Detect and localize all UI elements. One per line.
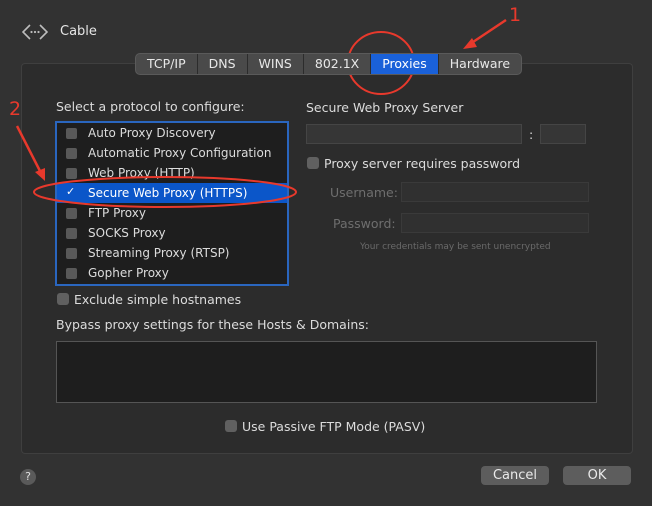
protocol-item-secure-web-proxy[interactable]: Secure Web Proxy (HTTPS) xyxy=(57,183,287,203)
ok-button[interactable]: OK xyxy=(563,466,631,485)
password-label: Password: xyxy=(333,216,396,231)
username-label: Username: xyxy=(330,185,398,200)
bypass-hosts-textarea[interactable] xyxy=(56,341,597,403)
protocol-item-label: Gopher Proxy xyxy=(88,266,169,280)
protocol-item-ftp-proxy[interactable]: FTP Proxy xyxy=(57,203,287,223)
bypass-label: Bypass proxy settings for these Hosts & … xyxy=(56,317,369,332)
exclude-simple-hostnames-label: Exclude simple hostnames xyxy=(74,292,242,307)
protocol-checkbox[interactable] xyxy=(66,267,77,279)
protocol-checkbox[interactable] xyxy=(66,247,77,259)
annotation-arrowhead-1 xyxy=(463,38,477,49)
proxy-host-field[interactable] xyxy=(306,124,522,144)
protocol-item-label: Streaming Proxy (RTSP) xyxy=(88,246,230,260)
annotation-number-1: 1 xyxy=(509,4,522,26)
back-forward-icon[interactable] xyxy=(22,22,48,42)
protocol-item-label: SOCKS Proxy xyxy=(88,226,166,240)
passive-ftp-checkbox[interactable] xyxy=(225,420,237,432)
protocol-item-label: Secure Web Proxy (HTTPS) xyxy=(88,186,248,200)
protocol-item-socks-proxy[interactable]: SOCKS Proxy xyxy=(57,223,287,243)
exclude-simple-hostnames-checkbox[interactable] xyxy=(57,293,69,305)
tab-wins[interactable]: WINS xyxy=(248,54,304,74)
requires-password-label: Proxy server requires password xyxy=(324,156,521,171)
annotation-arrow-1 xyxy=(469,18,507,46)
window-title: Cable xyxy=(60,24,97,39)
passive-ftp-label: Use Passive FTP Mode (PASV) xyxy=(242,419,426,434)
credentials-note: Your credentials may be sent unencrypted xyxy=(360,242,551,252)
cancel-button[interactable]: Cancel xyxy=(481,466,549,485)
protocol-item-streaming-proxy[interactable]: Streaming Proxy (RTSP) xyxy=(57,243,287,263)
protocol-checkbox[interactable] xyxy=(66,185,77,199)
tab-dns[interactable]: DNS xyxy=(198,54,248,74)
tab-8021x[interactable]: 802.1X xyxy=(304,54,372,74)
server-heading: Secure Web Proxy Server xyxy=(306,100,464,115)
tab-tcp-ip[interactable]: TCP/IP xyxy=(136,54,198,74)
protocol-list[interactable]: Auto Proxy Discovery Automatic Proxy Con… xyxy=(55,121,289,286)
host-port-separator: : xyxy=(529,127,534,142)
protocol-list-heading: Select a protocol to configure: xyxy=(56,99,245,114)
tab-proxies[interactable]: Proxies xyxy=(371,54,439,74)
protocol-item-label: Web Proxy (HTTP) xyxy=(88,166,195,180)
protocol-item-label: FTP Proxy xyxy=(88,206,146,220)
password-field[interactable] xyxy=(401,213,589,233)
protocol-item-auto-discovery[interactable]: Auto Proxy Discovery xyxy=(57,123,287,143)
protocol-checkbox[interactable] xyxy=(66,127,77,139)
tab-hardware[interactable]: Hardware xyxy=(439,54,521,74)
protocol-item-gopher-proxy[interactable]: Gopher Proxy xyxy=(57,263,287,283)
tab-bar: TCP/IP DNS WINS 802.1X Proxies Hardware xyxy=(135,53,523,75)
protocol-checkbox[interactable] xyxy=(66,147,77,159)
protocol-item-label: Automatic Proxy Configuration xyxy=(88,146,272,160)
protocol-item-web-proxy[interactable]: Web Proxy (HTTP) xyxy=(57,163,287,183)
protocol-checkbox[interactable] xyxy=(66,207,77,219)
protocol-checkbox[interactable] xyxy=(66,227,77,239)
requires-password-checkbox[interactable] xyxy=(307,157,319,169)
proxy-port-field[interactable] xyxy=(540,124,586,144)
help-button[interactable]: ? xyxy=(20,469,36,485)
annotation-number-2: 2 xyxy=(9,98,22,120)
protocol-item-label: Auto Proxy Discovery xyxy=(88,126,216,140)
username-field[interactable] xyxy=(401,182,589,202)
protocol-checkbox[interactable] xyxy=(66,167,77,179)
protocol-item-auto-config[interactable]: Automatic Proxy Configuration xyxy=(57,143,287,163)
